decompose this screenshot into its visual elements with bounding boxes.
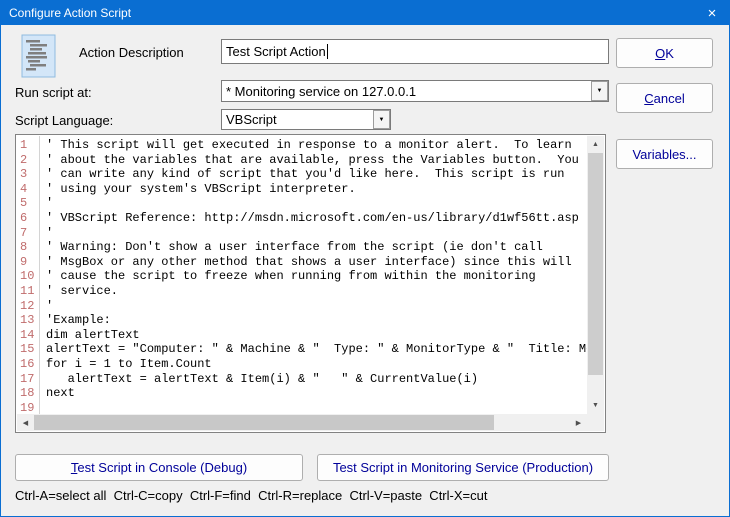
line-number: 19: [20, 401, 39, 414]
script-document-icon: [21, 34, 57, 78]
line-number: 3: [20, 167, 39, 182]
code-line: for i = 1 to Item.Count: [46, 357, 587, 372]
line-number: 7: [20, 226, 39, 241]
editor-body[interactable]: 12345678910111213141516171819 ' This scr…: [17, 136, 587, 414]
script-editor[interactable]: 12345678910111213141516171819 ' This scr…: [15, 134, 606, 433]
run-script-at-combobox[interactable]: * Monitoring service on 127.0.0.1 ▼: [221, 80, 609, 102]
code-line: ': [46, 196, 587, 211]
line-number: 5: [20, 196, 39, 211]
action-description-label: Action Description: [79, 45, 184, 60]
code-line: alertText = "Computer: " & Machine & " T…: [46, 342, 587, 357]
ok-button[interactable]: OK: [616, 38, 713, 68]
line-number: 16: [20, 357, 39, 372]
line-number: 9: [20, 255, 39, 270]
line-number: 14: [20, 328, 39, 343]
title-bar: Configure Action Script ×: [1, 1, 729, 25]
line-number: 12: [20, 299, 39, 314]
code-line: 'Example:: [46, 313, 587, 328]
scroll-up-icon[interactable]: ▲: [587, 136, 604, 153]
line-number: 1: [20, 138, 39, 153]
line-number: 15: [20, 342, 39, 357]
code-line: ' This script will get executed in respo…: [46, 138, 587, 153]
close-icon[interactable]: ×: [695, 1, 729, 25]
code-line: ' VBScript Reference: http://msdn.micros…: [46, 211, 587, 226]
test-script-console-button[interactable]: Test Script in Console (Debug): [15, 454, 303, 481]
code-line: ': [46, 299, 587, 314]
script-language-combobox[interactable]: VBScript ▼: [221, 109, 391, 130]
scroll-left-icon[interactable]: ◀: [17, 414, 34, 431]
code-line: ' service.: [46, 284, 587, 299]
code-line: ' using your system's VBScript interpret…: [46, 182, 587, 197]
script-language-dropdown-arrow-icon[interactable]: ▼: [373, 110, 390, 129]
code-text[interactable]: ' This script will get executed in respo…: [40, 136, 587, 414]
scrollbar-corner: [587, 414, 604, 431]
vertical-scrollbar[interactable]: ▲ ▼: [587, 136, 604, 414]
horizontal-scroll-thumb[interactable]: [34, 415, 494, 430]
variables-button[interactable]: Variables...: [616, 139, 713, 169]
run-script-at-label: Run script at:: [15, 85, 92, 100]
line-number: 10: [20, 269, 39, 284]
code-line: dim alertText: [46, 328, 587, 343]
horizontal-scrollbar[interactable]: ◀ ▶: [17, 414, 587, 431]
action-description-value: Test Script Action: [226, 44, 326, 59]
code-line: [46, 401, 587, 414]
vertical-scroll-thumb[interactable]: [588, 153, 603, 375]
code-line: ' Warning: Don't show a user interface f…: [46, 240, 587, 255]
line-number: 8: [20, 240, 39, 255]
line-number: 13: [20, 313, 39, 328]
line-number: 18: [20, 386, 39, 401]
line-number: 11: [20, 284, 39, 299]
test-script-service-button[interactable]: Test Script in Monitoring Service (Produ…: [317, 454, 609, 481]
line-number: 17: [20, 372, 39, 387]
scroll-down-icon[interactable]: ▼: [587, 397, 604, 414]
code-line: ' about the variables that are available…: [46, 153, 587, 168]
shortcut-hints: Ctrl-A=select all Ctrl-C=copy Ctrl-F=fin…: [15, 488, 487, 503]
script-language-label: Script Language:: [15, 113, 113, 128]
code-line: ' cause the script to freeze when runnin…: [46, 269, 587, 284]
code-line: next: [46, 386, 587, 401]
action-description-input[interactable]: Test Script Action: [221, 39, 609, 64]
code-line: alertText = alertText & Item(i) & " " & …: [46, 372, 587, 387]
line-number: 2: [20, 153, 39, 168]
line-number: 6: [20, 211, 39, 226]
run-script-at-dropdown-arrow-icon[interactable]: ▼: [591, 81, 608, 101]
code-line: ' can write any kind of script that you'…: [46, 167, 587, 182]
window-title: Configure Action Script: [1, 6, 131, 20]
run-script-at-value: * Monitoring service on 127.0.0.1: [226, 84, 591, 99]
text-caret: [327, 44, 328, 59]
line-number: 4: [20, 182, 39, 197]
configure-action-script-dialog: Configure Action Script × Action Descrip…: [0, 0, 730, 517]
cancel-button[interactable]: Cancel: [616, 83, 713, 113]
code-line: ' MsgBox or any other method that shows …: [46, 255, 587, 270]
line-numbers: 12345678910111213141516171819: [17, 136, 40, 414]
scroll-right-icon[interactable]: ▶: [570, 414, 587, 431]
script-language-value: VBScript: [226, 112, 373, 127]
code-line: ': [46, 226, 587, 241]
